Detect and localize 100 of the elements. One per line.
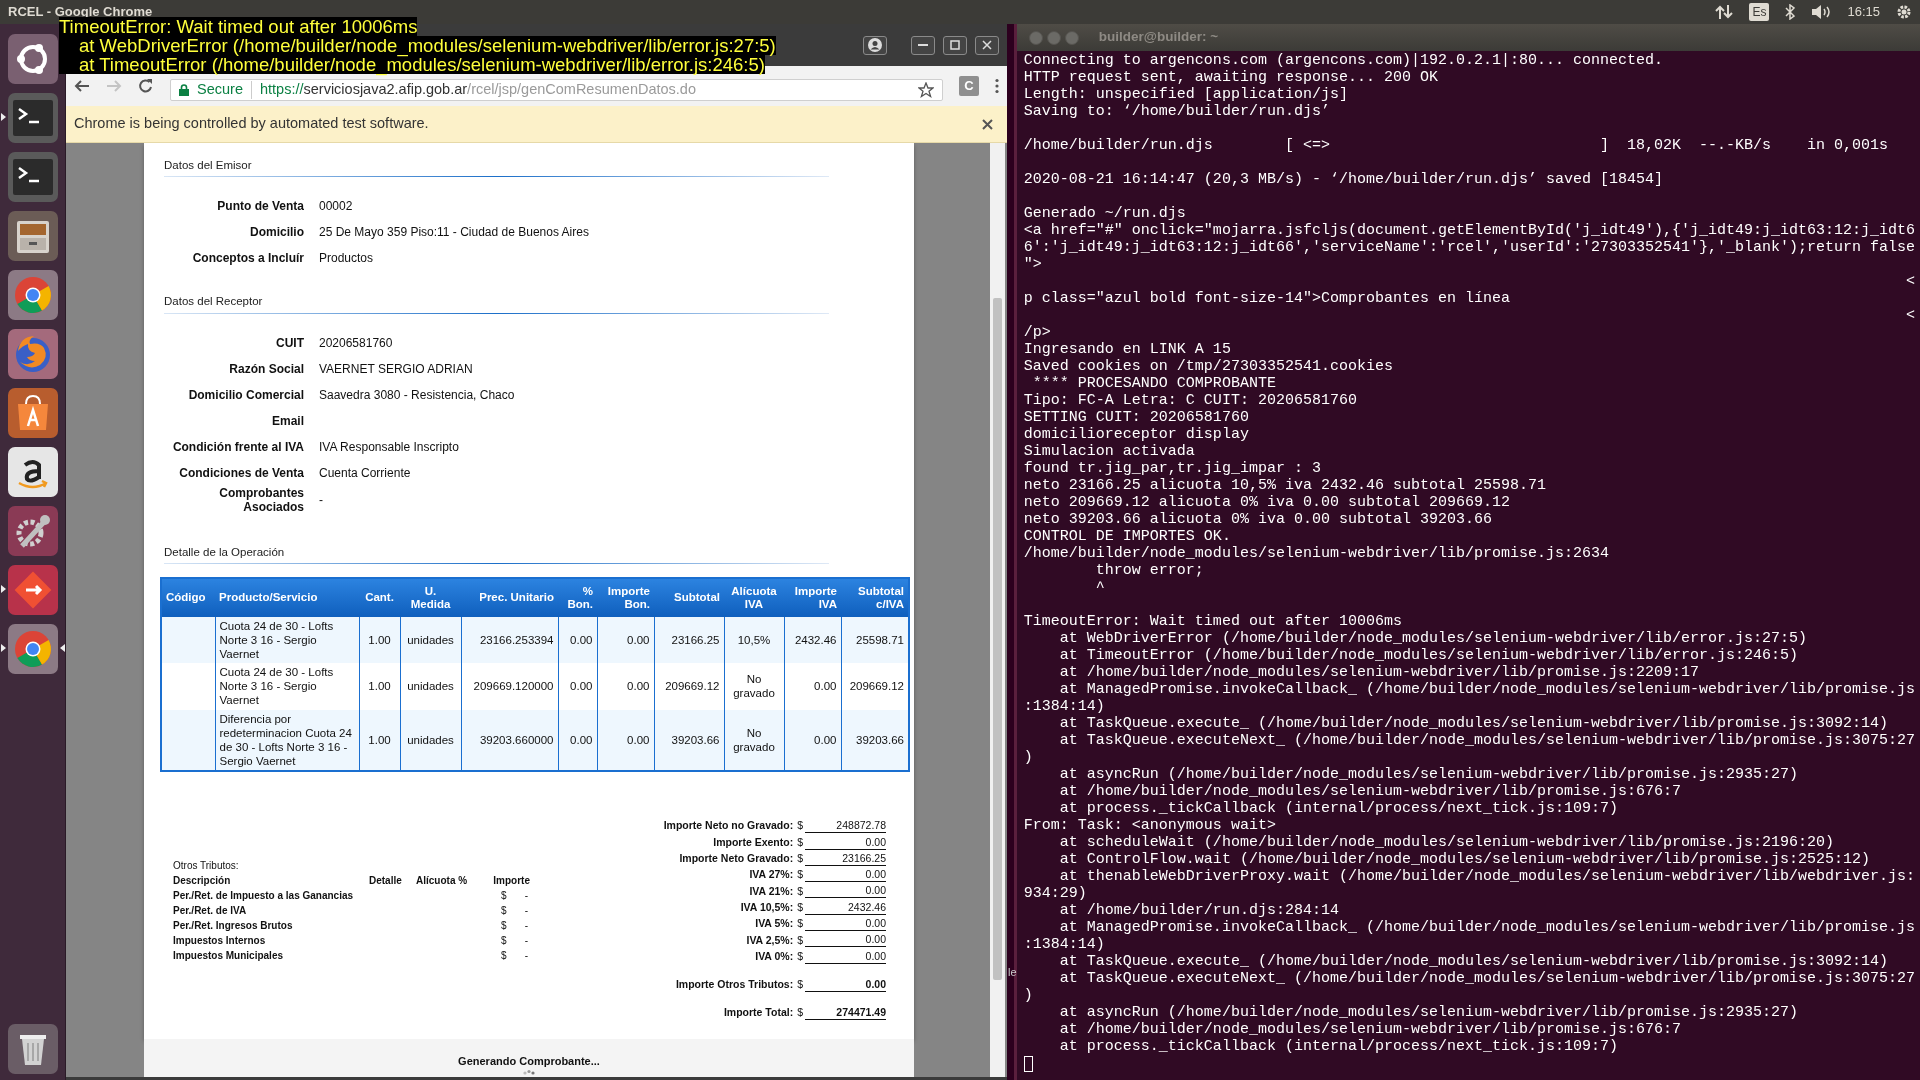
total-value: 23166.25 xyxy=(805,851,886,866)
currency-symbol: $ xyxy=(797,948,803,964)
terminal-line: /home/builder/run.djs [ <=> ] 18,02K --.-KB/s in 0,001s xyxy=(1023,137,1889,154)
star-icon[interactable] xyxy=(917,82,934,98)
maximize-button[interactable] xyxy=(942,35,967,55)
total-value: 0.00 xyxy=(805,933,886,948)
terminal-line: 934:29) xyxy=(1023,885,1087,902)
browser-icon[interactable] xyxy=(8,328,58,379)
table-cell: unidades xyxy=(400,616,461,664)
terminal-line: at /home/builder/node_modules/selenium-webdriver/lib/promise.js:676:7 xyxy=(1058,1021,1682,1038)
terminal-line: at TimeoutError (/home/builder/node_modules/selenium-webdriver/lib/error.js:246:5) xyxy=(1058,647,1799,664)
terminal-line: at TaskQueue.execute_ (/home/builder/node_modules/selenium-webdriver/lib/promise.js:3092:14) xyxy=(1058,715,1889,732)
total-label: Importe Neto Gravado: xyxy=(679,851,794,866)
terminal-line: at /home/builder/node_modules/selenium-webdriver/lib/promise.js:676:7 xyxy=(1058,783,1682,800)
browser-icon[interactable] xyxy=(8,269,58,320)
total-value: 2432.46 xyxy=(805,900,886,915)
close-button[interactable] xyxy=(974,35,999,55)
table-cell: 0.00 xyxy=(558,709,597,772)
total-value: 274471.49 xyxy=(805,1006,886,1021)
menu-icon[interactable] xyxy=(994,78,999,94)
clock[interactable]: 16:15 xyxy=(1847,2,1880,22)
table-cell: 0.00 xyxy=(597,709,654,772)
terminal-line: "> xyxy=(1023,256,1043,273)
terminal-line: at asyncRun (/home/builder/node_modules/selenium-webdriver/lib/promise.js:2935:27) xyxy=(1058,1004,1799,1021)
currency-symbol: $ xyxy=(797,899,803,915)
terminal-line: at TaskQueue.executeNext_ (/home/builder/node_modules/selenium-webdriver/lib/promise.js:3075:27 xyxy=(1058,970,1915,987)
column-header: Producto/Servicio xyxy=(215,577,359,617)
terminal-line: at scheduleWait (/home/builder/node_modules/selenium-webdriver/lib/promise.js:2196:20) xyxy=(1058,834,1835,851)
terminal-line: ) xyxy=(1023,987,1034,1004)
table-cell: 209669.12 xyxy=(841,663,909,710)
wrench-icon[interactable] xyxy=(8,505,58,556)
table-cell: 2432.46 xyxy=(784,616,841,664)
close-icon xyxy=(981,40,992,50)
table-cell-text: Impuestos Internos xyxy=(173,934,267,949)
table-cell: 25598.71 xyxy=(841,616,909,664)
terminal-icon[interactable] xyxy=(8,92,58,143)
currency-symbol: $ xyxy=(797,932,803,948)
total-label: IVA 27%: xyxy=(749,867,794,883)
table-cell: 1.00 xyxy=(359,709,400,772)
back-arrow-icon[interactable] xyxy=(74,78,90,94)
text-fragment: le xyxy=(1008,966,1017,978)
table-cell-text: Per./Ret. de IVA xyxy=(173,904,248,919)
field-label: Domicilio Comercial xyxy=(187,387,304,402)
table-cell: 0.00 xyxy=(597,616,654,664)
circle-logo-icon[interactable] xyxy=(8,33,58,84)
terminal-line: CONTROL DE IMPORTES OK. xyxy=(1023,528,1232,545)
terminal-line: neto 209669.12 alicuota 0% iva 0.00 subtotal 209669.12 xyxy=(1023,494,1511,511)
field-label: Condiciones de Venta xyxy=(178,465,304,480)
scrollbar[interactable] xyxy=(989,143,1005,1077)
shopping-bag-icon[interactable] xyxy=(8,387,58,438)
scrollbar-thumb[interactable] xyxy=(992,298,1002,980)
account-button[interactable] xyxy=(862,35,887,55)
currency-symbol: $ xyxy=(797,1005,803,1021)
minimize-button[interactable] xyxy=(910,35,935,55)
total-label: IVA 0%: xyxy=(755,948,794,964)
total-value: 0.00 xyxy=(805,917,886,932)
terminal-line: Saved cookies on /tmp/27303352541.cookies xyxy=(1023,358,1394,375)
lock-icon xyxy=(179,84,189,96)
terminal-line: 6':'j_idt49:j_idt63:12:j_idt66','serviceName':'rcel','userId':'27303352541'},'_blank');return false xyxy=(1023,239,1915,256)
network-arrows-icon[interactable] xyxy=(1715,4,1734,20)
file-cabinet-icon[interactable] xyxy=(8,210,58,261)
total-label: IVA 5%: xyxy=(755,916,794,932)
window-title: builder@builder: ~ xyxy=(1098,28,1219,47)
terminal-line: found tr.jig_par,tr.jig_impar : 3 xyxy=(1023,460,1322,477)
terminal-line: ) xyxy=(1023,749,1034,766)
column-header: Importe IVA xyxy=(784,577,841,617)
field-label: CUIT xyxy=(275,335,304,350)
table-cell: 0.00 xyxy=(597,663,654,710)
total-label: Importe Total: xyxy=(723,1005,794,1021)
speaker-icon[interactable] xyxy=(1811,4,1832,20)
table-cell: unidades xyxy=(400,663,461,710)
trash-icon[interactable] xyxy=(8,1023,58,1074)
table-cell: No gravado xyxy=(724,709,784,772)
table-cell: 10,5% xyxy=(724,616,784,664)
terminal-line: Generado ~/run.djs xyxy=(1023,205,1187,222)
terminal-line: at WebDriverError (/home/builder/node_modules/selenium-webdriver/lib/error.js:27:5) xyxy=(1058,630,1808,647)
currency-symbol: $ xyxy=(797,851,803,866)
browser-icon[interactable] xyxy=(8,623,58,674)
address-bar[interactable]: Secure https://serviciosjava2.afip.gob.ar/rcel/jsp/genComResumenDatos.do xyxy=(170,79,943,101)
error-message: TimeoutError: Wait timed out after 10006ms xyxy=(59,17,418,36)
reload-icon[interactable] xyxy=(138,78,154,94)
table-cell: Cuota 24 de 30 - Lofts Norte 3 16 - Sergio Vaernet xyxy=(215,663,359,710)
bluetooth-icon[interactable] xyxy=(1785,4,1796,20)
gear-icon[interactable] xyxy=(1896,4,1912,20)
terminal-icon[interactable] xyxy=(8,151,58,202)
terminal-line: TimeoutError: Wait timed out after 10006ms xyxy=(1023,613,1403,630)
url-text[interactable]: https://serviciosjava2.afip.gob.ar/rcel/jsp/genComResumenDatos.do xyxy=(259,79,696,101)
table-cell: 0.00 xyxy=(558,663,597,710)
column-header: Subtotal c/IVA xyxy=(841,577,909,617)
table-cell-text: Impuestos Municipales xyxy=(173,949,285,964)
table-cell: 23166.253394 xyxy=(461,616,558,664)
total-label: Importe Neto no Gravado: xyxy=(663,818,794,834)
column-header: Detalle xyxy=(369,873,416,889)
table-cell: 0.00 xyxy=(784,663,841,710)
field-label: Razón Social xyxy=(228,361,304,376)
terminal-line: at ManagedPromise.invokeCallback_ (/home/builder/node_modules/selenium-webdriver/lib/promise.js xyxy=(1058,681,1915,698)
currency-symbol: $ xyxy=(797,883,803,899)
terminal-line: neto 39203.66 alicuota 0% iva 0.00 subtotal 39203.66 xyxy=(1023,511,1493,528)
keyboard-layout-indicator[interactable]: Es xyxy=(1749,3,1770,21)
close-icon[interactable] xyxy=(981,118,993,130)
